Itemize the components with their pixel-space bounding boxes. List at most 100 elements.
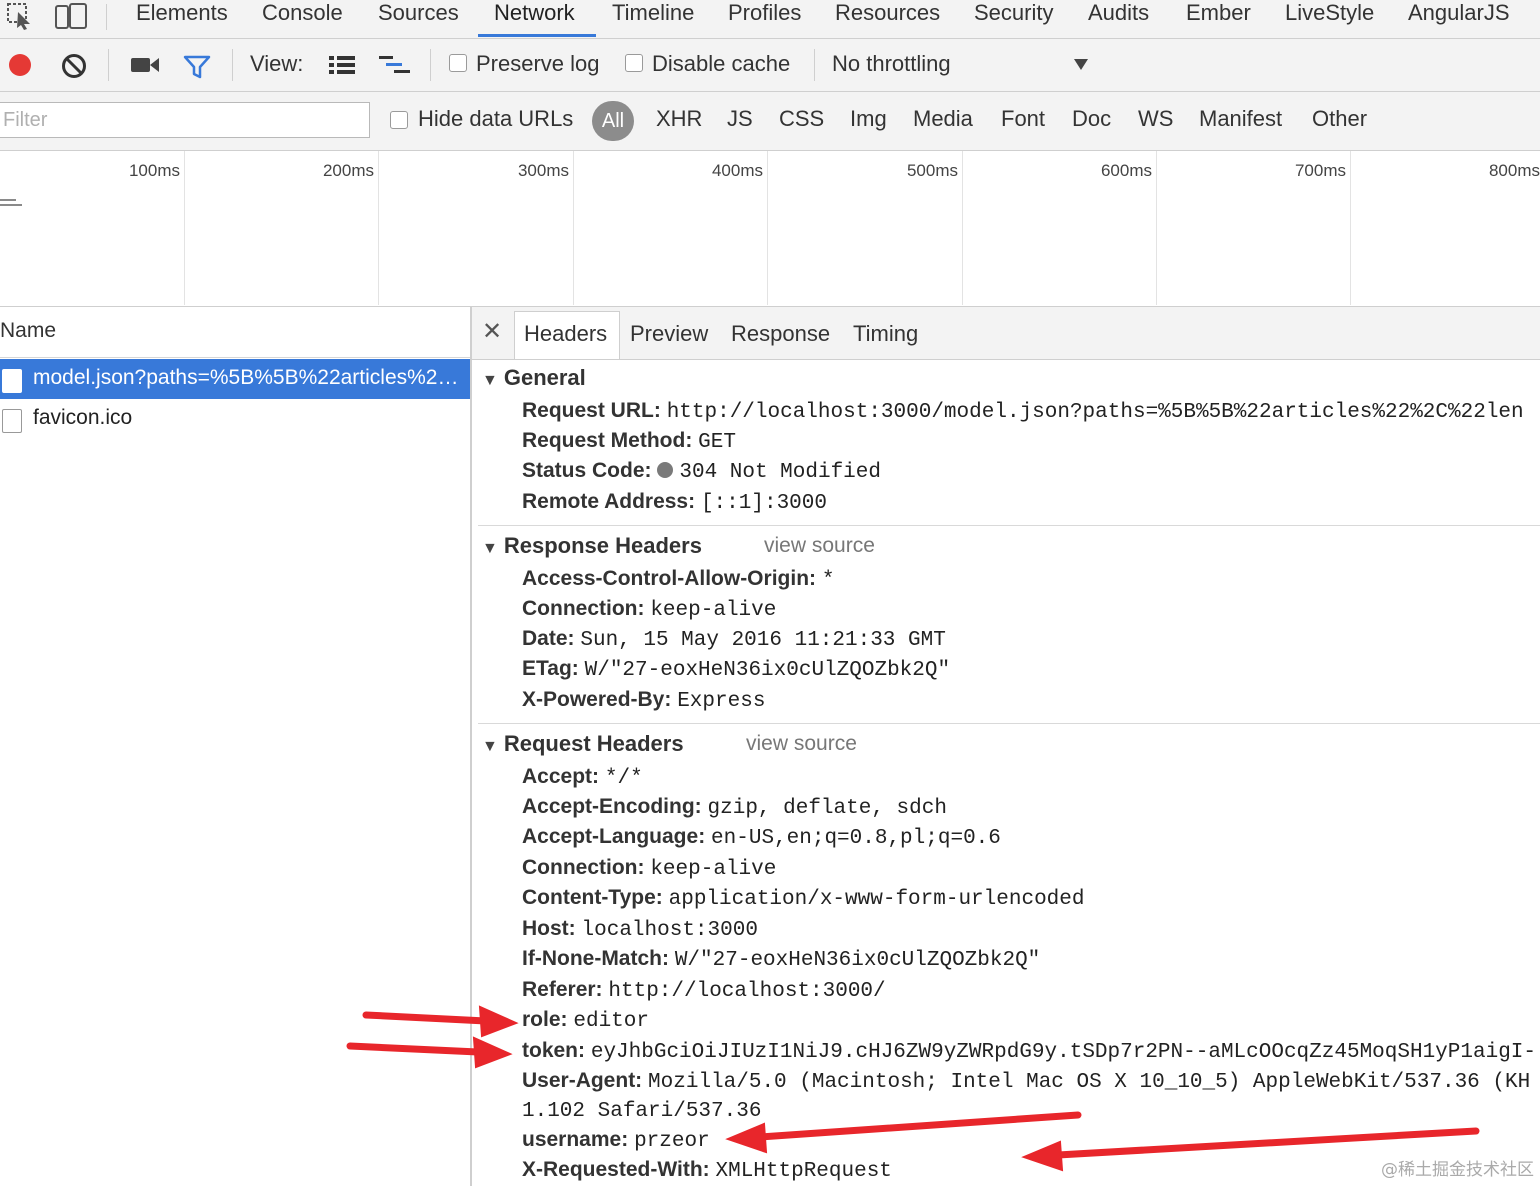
inspect-element-icon[interactable] <box>6 2 36 30</box>
section-divider <box>478 525 1540 526</box>
header-row: Status Code: 304 Not Modified <box>522 458 881 486</box>
header-key: X-Powered-By: <box>522 688 672 711</box>
tab-network[interactable]: Network <box>494 0 575 26</box>
request-headers-toggle[interactable]: ▼ Request Headers <box>482 731 684 757</box>
tab-headers[interactable]: Headers <box>524 321 607 347</box>
detail-tab-bar: ✕ Headers Preview Response Timing <box>472 307 1540 360</box>
header-value: gzip, deflate, sdch <box>707 797 947 820</box>
tab-resources[interactable]: Resources <box>835 0 940 26</box>
header-key: Connection: <box>522 856 645 879</box>
name-column-header[interactable]: Name <box>0 307 470 358</box>
general-title: General <box>503 365 586 390</box>
tab-timing[interactable]: Timing <box>853 321 918 347</box>
triangle-down-icon: ▼ <box>482 738 498 755</box>
header-value: XMLHttpRequest <box>715 1160 892 1183</box>
header-value: [::1]:3000 <box>700 492 827 515</box>
header-value: Express <box>677 690 766 713</box>
header-row: Date: Sun, 15 May 2016 11:21:33 GMT <box>522 626 946 654</box>
preserve-log-label[interactable]: Preserve log <box>476 51 600 77</box>
header-value: eyJhbGciOiJIUzI1NiJ9.cHJ6ZW9yZWRpdG9y.tS… <box>590 1041 1536 1064</box>
request-name: model.json?paths=%5B%5B%22articles%22%2C… <box>33 366 461 389</box>
filter-input[interactable] <box>0 102 370 138</box>
header-value: przeor <box>634 1130 710 1153</box>
header-row: Access-Control-Allow-Origin: * <box>522 566 834 594</box>
header-key: Access-Control-Allow-Origin: <box>522 567 817 590</box>
header-row: Content-Type: application/x-www-form-url… <box>522 885 1084 913</box>
header-value: * <box>821 569 835 592</box>
hide-data-urls-label[interactable]: Hide data URLs <box>418 106 573 132</box>
filter-type-css[interactable]: CSS <box>779 106 824 132</box>
header-key: Request Method: <box>522 429 693 452</box>
camera-icon[interactable] <box>130 55 160 80</box>
header-value: editor <box>573 1010 649 1033</box>
tab-console[interactable]: Console <box>262 0 343 26</box>
tab-profiles[interactable]: Profiles <box>728 0 801 26</box>
filter-type-manifest[interactable]: Manifest <box>1199 106 1282 132</box>
response-view-source-link[interactable]: view source <box>764 534 875 558</box>
request-headers-title: Request Headers <box>503 731 684 756</box>
header-key: Connection: <box>522 597 645 620</box>
filter-icon[interactable] <box>183 54 211 85</box>
header-key: Remote Address: <box>522 490 696 513</box>
device-mode-icon[interactable] <box>54 2 87 30</box>
tab-sources[interactable]: Sources <box>378 0 459 26</box>
overview-waterfall-icon[interactable] <box>378 53 412 82</box>
request-view-source-link[interactable]: view source <box>746 732 857 756</box>
tab-ember[interactable]: Ember <box>1186 0 1251 26</box>
tab-security[interactable]: Security <box>974 0 1053 26</box>
filter-type-js[interactable]: JS <box>727 106 753 132</box>
header-value: keep-alive <box>650 599 777 622</box>
header-row: token: eyJhbGciOiJIUzI1NiJ9.cHJ6ZW9yZWRp… <box>522 1038 1536 1066</box>
header-row: Request Method: GET <box>522 428 736 456</box>
active-tab-indicator <box>478 34 596 37</box>
response-headers-toggle[interactable]: ▼ Response Headers <box>482 533 702 559</box>
preserve-log-checkbox[interactable] <box>449 54 467 72</box>
general-section-toggle[interactable]: ▼ General <box>482 365 586 391</box>
timeline-request-bar <box>0 204 22 206</box>
tab-livestyle[interactable]: LiveStyle <box>1285 0 1374 26</box>
tab-audits[interactable]: Audits <box>1088 0 1149 26</box>
tab-angularjs[interactable]: AngularJS <box>1408 0 1510 26</box>
filter-type-ws[interactable]: WS <box>1138 106 1173 132</box>
header-value: 304 Not Modified <box>679 461 881 484</box>
header-key: Content-Type: <box>522 886 663 909</box>
disable-cache-checkbox[interactable] <box>625 54 643 72</box>
header-row: Connection: keep-alive <box>522 596 776 624</box>
tab-timeline[interactable]: Timeline <box>612 0 694 26</box>
list-view-icon[interactable] <box>328 53 356 82</box>
request-row[interactable]: model.json?paths=%5B%5B%22articles%22%2C… <box>0 359 470 399</box>
request-list: Name model.json?paths=%5B%5B%22articles%… <box>0 307 472 1186</box>
timeline-gridline <box>573 151 574 305</box>
header-row: Accept-Encoding: gzip, deflate, sdch <box>522 794 947 822</box>
filter-type-img[interactable]: Img <box>850 106 887 132</box>
filter-type-all[interactable]: All <box>592 101 634 141</box>
filter-type-xhr[interactable]: XHR <box>656 106 702 132</box>
record-icon[interactable] <box>8 53 34 84</box>
header-value: localhost:3000 <box>581 919 758 942</box>
header-key: username: <box>522 1128 629 1151</box>
section-divider <box>478 723 1540 724</box>
hide-data-urls-checkbox[interactable] <box>390 111 408 129</box>
timeline-overview[interactable]: 100ms 200ms 300ms 400ms 500ms 600ms 700m… <box>0 151 1540 307</box>
timeline-gridline <box>767 151 768 305</box>
header-row: If-None-Match: W/"27-eoxHeN36ix0cUlZQOZb… <box>522 946 1040 974</box>
timeline-tick-label: 600ms <box>1100 161 1152 180</box>
throttling-select[interactable]: No throttling <box>832 51 951 77</box>
close-icon[interactable]: ✕ <box>482 317 502 347</box>
toolbar-separator <box>108 49 109 81</box>
toolbar-separator <box>814 49 815 81</box>
tab-preview[interactable]: Preview <box>630 321 708 347</box>
filter-type-font[interactable]: Font <box>1001 106 1045 132</box>
filter-type-media[interactable]: Media <box>913 106 973 132</box>
header-key: Request URL: <box>522 399 661 422</box>
tab-elements[interactable]: Elements <box>136 0 228 26</box>
clear-icon[interactable] <box>60 52 88 85</box>
header-row: Accept-Language: en-US,en;q=0.8,pl;q=0.6 <box>522 824 1001 852</box>
filter-type-doc[interactable]: Doc <box>1072 106 1111 132</box>
tab-response[interactable]: Response <box>731 321 830 347</box>
request-row[interactable]: favicon.ico <box>0 399 470 439</box>
disable-cache-label[interactable]: Disable cache <box>652 51 790 77</box>
filter-type-other[interactable]: Other <box>1312 106 1367 132</box>
chevron-down-icon[interactable] <box>1073 57 1089 76</box>
header-key: X-Requested-With: <box>522 1158 710 1181</box>
